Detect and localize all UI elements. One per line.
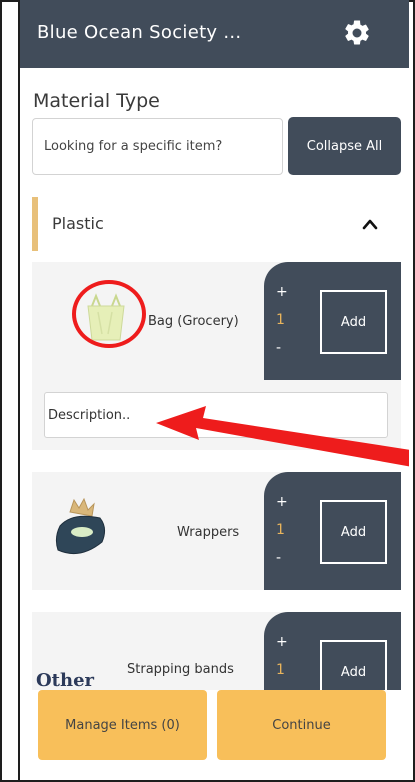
- item-card: Other Strapping bands + 1 Add: [32, 612, 401, 690]
- item-card: Wrappers + 1 - Add: [32, 472, 401, 590]
- increment-button[interactable]: +: [276, 284, 288, 300]
- add-button[interactable]: Add: [320, 640, 387, 690]
- continue-button[interactable]: Continue: [217, 690, 386, 760]
- app-title: Blue Ocean Society ...: [37, 22, 242, 43]
- increment-button[interactable]: +: [276, 634, 288, 650]
- other-item-image: Other: [36, 670, 95, 690]
- material-type-label: Material Type: [33, 90, 160, 112]
- quantity-value: 1: [276, 662, 285, 678]
- decrement-button[interactable]: -: [276, 550, 281, 566]
- quantity-panel: + 1 - Add: [264, 262, 401, 380]
- chevron-up-icon[interactable]: [362, 217, 378, 231]
- item-name: Bag (Grocery): [148, 314, 239, 329]
- annotation-arrow-icon: [156, 406, 409, 467]
- decrement-button[interactable]: -: [276, 340, 281, 356]
- quantity-panel: + 1 - Add: [264, 472, 401, 590]
- item-name: Strapping bands: [127, 662, 234, 677]
- add-button[interactable]: Add: [320, 290, 387, 354]
- quantity-value: 1: [276, 312, 285, 328]
- annotation-circle: [72, 280, 146, 348]
- manage-items-button[interactable]: Manage Items (0): [38, 690, 207, 760]
- search-input[interactable]: [32, 118, 283, 175]
- collapse-all-button[interactable]: Collapse All: [288, 117, 401, 175]
- category-header-plastic[interactable]: Plastic: [32, 197, 401, 251]
- wrapper-icon: [55, 498, 106, 555]
- add-button[interactable]: Add: [320, 500, 387, 564]
- category-label: Plastic: [52, 214, 104, 233]
- increment-button[interactable]: +: [276, 494, 288, 510]
- item-name: Wrappers: [177, 525, 240, 540]
- quantity-panel: + 1 Add: [264, 612, 401, 690]
- footer-bar: Manage Items (0) Continue: [20, 690, 409, 780]
- gear-icon[interactable]: [342, 18, 372, 48]
- app-header: Blue Ocean Society ...: [20, 0, 409, 68]
- category-accent-bar: [32, 197, 38, 251]
- app-screen: Blue Ocean Society ... Material Type Col…: [20, 0, 409, 780]
- quantity-value: 1: [276, 522, 285, 538]
